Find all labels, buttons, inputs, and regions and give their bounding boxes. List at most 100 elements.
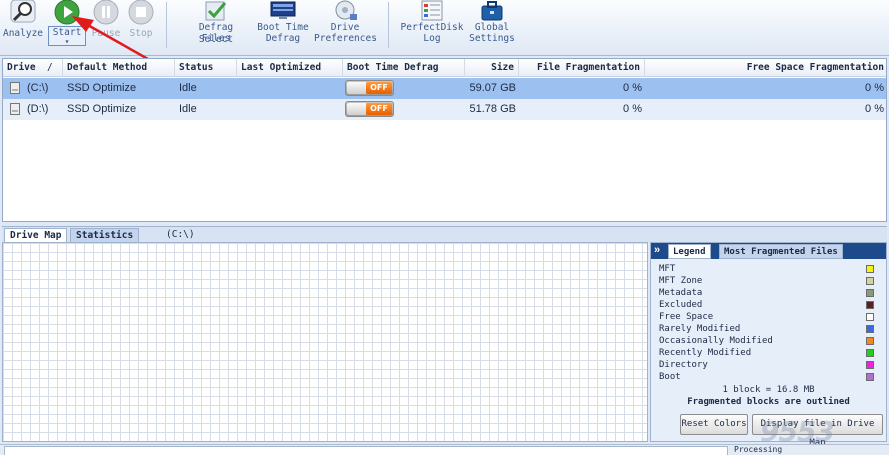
drive-list: Drive / Default Method Status Last Optim… bbox=[2, 58, 887, 222]
sort-indicator: / bbox=[47, 62, 53, 73]
drive-list-header: Drive / Default Method Status Last Optim… bbox=[3, 59, 886, 77]
legend-color-swatch[interactable] bbox=[866, 325, 874, 333]
legend-item: Free Space bbox=[659, 311, 874, 323]
legend-item-label: Excluded bbox=[659, 300, 703, 310]
boot-time-defrag-button[interactable]: Boot Time Defrag bbox=[254, 0, 312, 46]
legend-item-label: Rarely Modified bbox=[659, 324, 741, 334]
legend-color-swatch[interactable] bbox=[866, 301, 874, 309]
perfectdisk-log-button[interactable]: PerfectDisk Log bbox=[400, 0, 464, 46]
legend-color-swatch[interactable] bbox=[866, 361, 874, 369]
current-drive-label: (C:\) bbox=[166, 229, 195, 240]
legend-item: Boot bbox=[659, 371, 874, 383]
header-default-method[interactable]: Default Method bbox=[63, 59, 175, 77]
analyze-button[interactable]: Analyze bbox=[2, 0, 44, 40]
chevron-down-icon[interactable]: ▾ bbox=[46, 36, 88, 48]
perfectdisk-label-2: Log bbox=[423, 33, 441, 44]
drive-method: SSD Optimize bbox=[67, 103, 137, 115]
boot-time-toggle[interactable]: OFF bbox=[345, 101, 394, 117]
pause-label: Pause bbox=[91, 28, 121, 39]
magnifier-icon bbox=[10, 0, 36, 23]
header-last-optimized[interactable]: Last Optimized bbox=[237, 59, 343, 77]
legend-item: MFT Zone bbox=[659, 275, 874, 287]
global-settings-label-2: Settings bbox=[469, 33, 515, 44]
legend-color-swatch[interactable] bbox=[866, 337, 874, 345]
checked-files-icon bbox=[205, 1, 227, 21]
toggle-state: OFF bbox=[366, 103, 392, 115]
stop-icon bbox=[128, 0, 154, 25]
start-button[interactable]: Start ▾ bbox=[46, 0, 88, 46]
legend-color-swatch[interactable] bbox=[866, 373, 874, 381]
drive-icon bbox=[10, 103, 20, 115]
drive-icon bbox=[10, 82, 20, 94]
tab-statistics[interactable]: Statistics bbox=[70, 228, 140, 243]
drive-size: 59.07 GB bbox=[469, 82, 516, 94]
toggle-knob bbox=[347, 103, 367, 115]
toolbar-separator bbox=[388, 2, 389, 48]
legend-panel: » Legend Most Fragmented Files MFT MFT Zo… bbox=[650, 242, 887, 448]
tab-drive-map[interactable]: Drive Map bbox=[4, 228, 68, 243]
legend-item: Excluded bbox=[659, 299, 874, 311]
drive-preferences-button[interactable]: Drive Preferences bbox=[314, 0, 377, 46]
header-boot-time-defrag[interactable]: Boot Time Defrag bbox=[343, 59, 465, 77]
drive-file-fragmentation: 0 % bbox=[623, 82, 642, 94]
drive-size: 51.78 GB bbox=[469, 103, 516, 115]
outlined-note: Fragmented blocks are outlined bbox=[687, 397, 850, 407]
global-settings-button[interactable]: Global Settings bbox=[466, 0, 518, 46]
drive-row[interactable]: (C:\) SSD Optimize Idle OFF 59.07 GB 0 %… bbox=[3, 78, 886, 99]
drive-map-grid[interactable] bbox=[2, 242, 648, 442]
header-file-fragmentation[interactable]: File Fragmentation bbox=[519, 59, 645, 77]
legend-item-label: Boot bbox=[659, 372, 681, 382]
legend-item: Rarely Modified bbox=[659, 323, 874, 335]
boot-time-toggle[interactable]: OFF bbox=[345, 80, 394, 96]
pause-button[interactable]: Pause bbox=[88, 0, 124, 40]
legend-item: Directory bbox=[659, 359, 874, 371]
drive-file-fragmentation: 0 % bbox=[623, 103, 642, 115]
drive-prefs-label-2: Preferences bbox=[314, 33, 377, 44]
legend-color-swatch[interactable] bbox=[866, 313, 874, 321]
status-progress-field bbox=[4, 446, 728, 455]
legend-color-swatch[interactable] bbox=[866, 265, 874, 273]
status-bar: Processing bbox=[0, 444, 889, 455]
toggle-knob bbox=[347, 82, 367, 94]
drive-name: (C:\) bbox=[27, 82, 49, 94]
header-status[interactable]: Status bbox=[175, 59, 237, 77]
monitor-icon bbox=[270, 1, 296, 19]
header-size[interactable]: Size bbox=[465, 59, 519, 77]
tab-legend[interactable]: Legend bbox=[668, 244, 711, 259]
defrag-select-files-button[interactable]: Defrag Select Files bbox=[180, 0, 252, 46]
drive-method: SSD Optimize bbox=[67, 82, 137, 94]
briefcase-icon bbox=[481, 1, 503, 21]
drive-free-space-fragmentation: 0 % bbox=[865, 82, 884, 94]
legend-item: MFT bbox=[659, 263, 874, 275]
tab-most-fragmented-files[interactable]: Most Fragmented Files bbox=[719, 244, 843, 259]
collapse-icon[interactable]: » bbox=[654, 243, 660, 258]
legend-panel-header: » Legend Most Fragmented Files bbox=[651, 243, 886, 259]
legend-item: Recently Modified bbox=[659, 347, 874, 359]
legend-color-swatch[interactable] bbox=[866, 289, 874, 297]
legend-item: Metadata bbox=[659, 287, 874, 299]
watermark-logo: 9553 bbox=[760, 415, 835, 448]
block-size-label: 1 block = 16.8 MB bbox=[722, 385, 815, 395]
toolbar-separator bbox=[166, 2, 167, 48]
reset-colors-button[interactable]: Reset Colors bbox=[680, 414, 748, 435]
drive-name: (D:\) bbox=[27, 103, 49, 115]
legend-item-label: Free Space bbox=[659, 312, 714, 322]
drive-free-space-fragmentation: 0 % bbox=[865, 103, 884, 115]
drive-status: Idle bbox=[179, 82, 197, 94]
legend-item-label: Metadata bbox=[659, 288, 703, 298]
pause-icon bbox=[93, 0, 119, 25]
stop-label: Stop bbox=[129, 28, 153, 39]
header-free-space-fragmentation[interactable]: Free Space Fragmentation bbox=[645, 59, 886, 77]
log-icon bbox=[421, 0, 443, 21]
legend-color-swatch[interactable] bbox=[866, 349, 874, 357]
header-drive[interactable]: Drive / bbox=[3, 59, 63, 77]
boot-time-label-2: Defrag bbox=[265, 33, 301, 44]
play-icon bbox=[54, 0, 80, 25]
view-tabs: Drive Map Statistics (C:\) bbox=[2, 226, 887, 243]
toggle-state: OFF bbox=[366, 82, 392, 94]
drive-row[interactable]: (D:\) SSD Optimize Idle OFF 51.78 GB 0 %… bbox=[3, 99, 886, 120]
legend-color-swatch[interactable] bbox=[866, 277, 874, 285]
disk-icon bbox=[335, 0, 357, 20]
legend-item-label: Occasionally Modified bbox=[659, 336, 773, 346]
stop-button[interactable]: Stop bbox=[124, 0, 158, 40]
